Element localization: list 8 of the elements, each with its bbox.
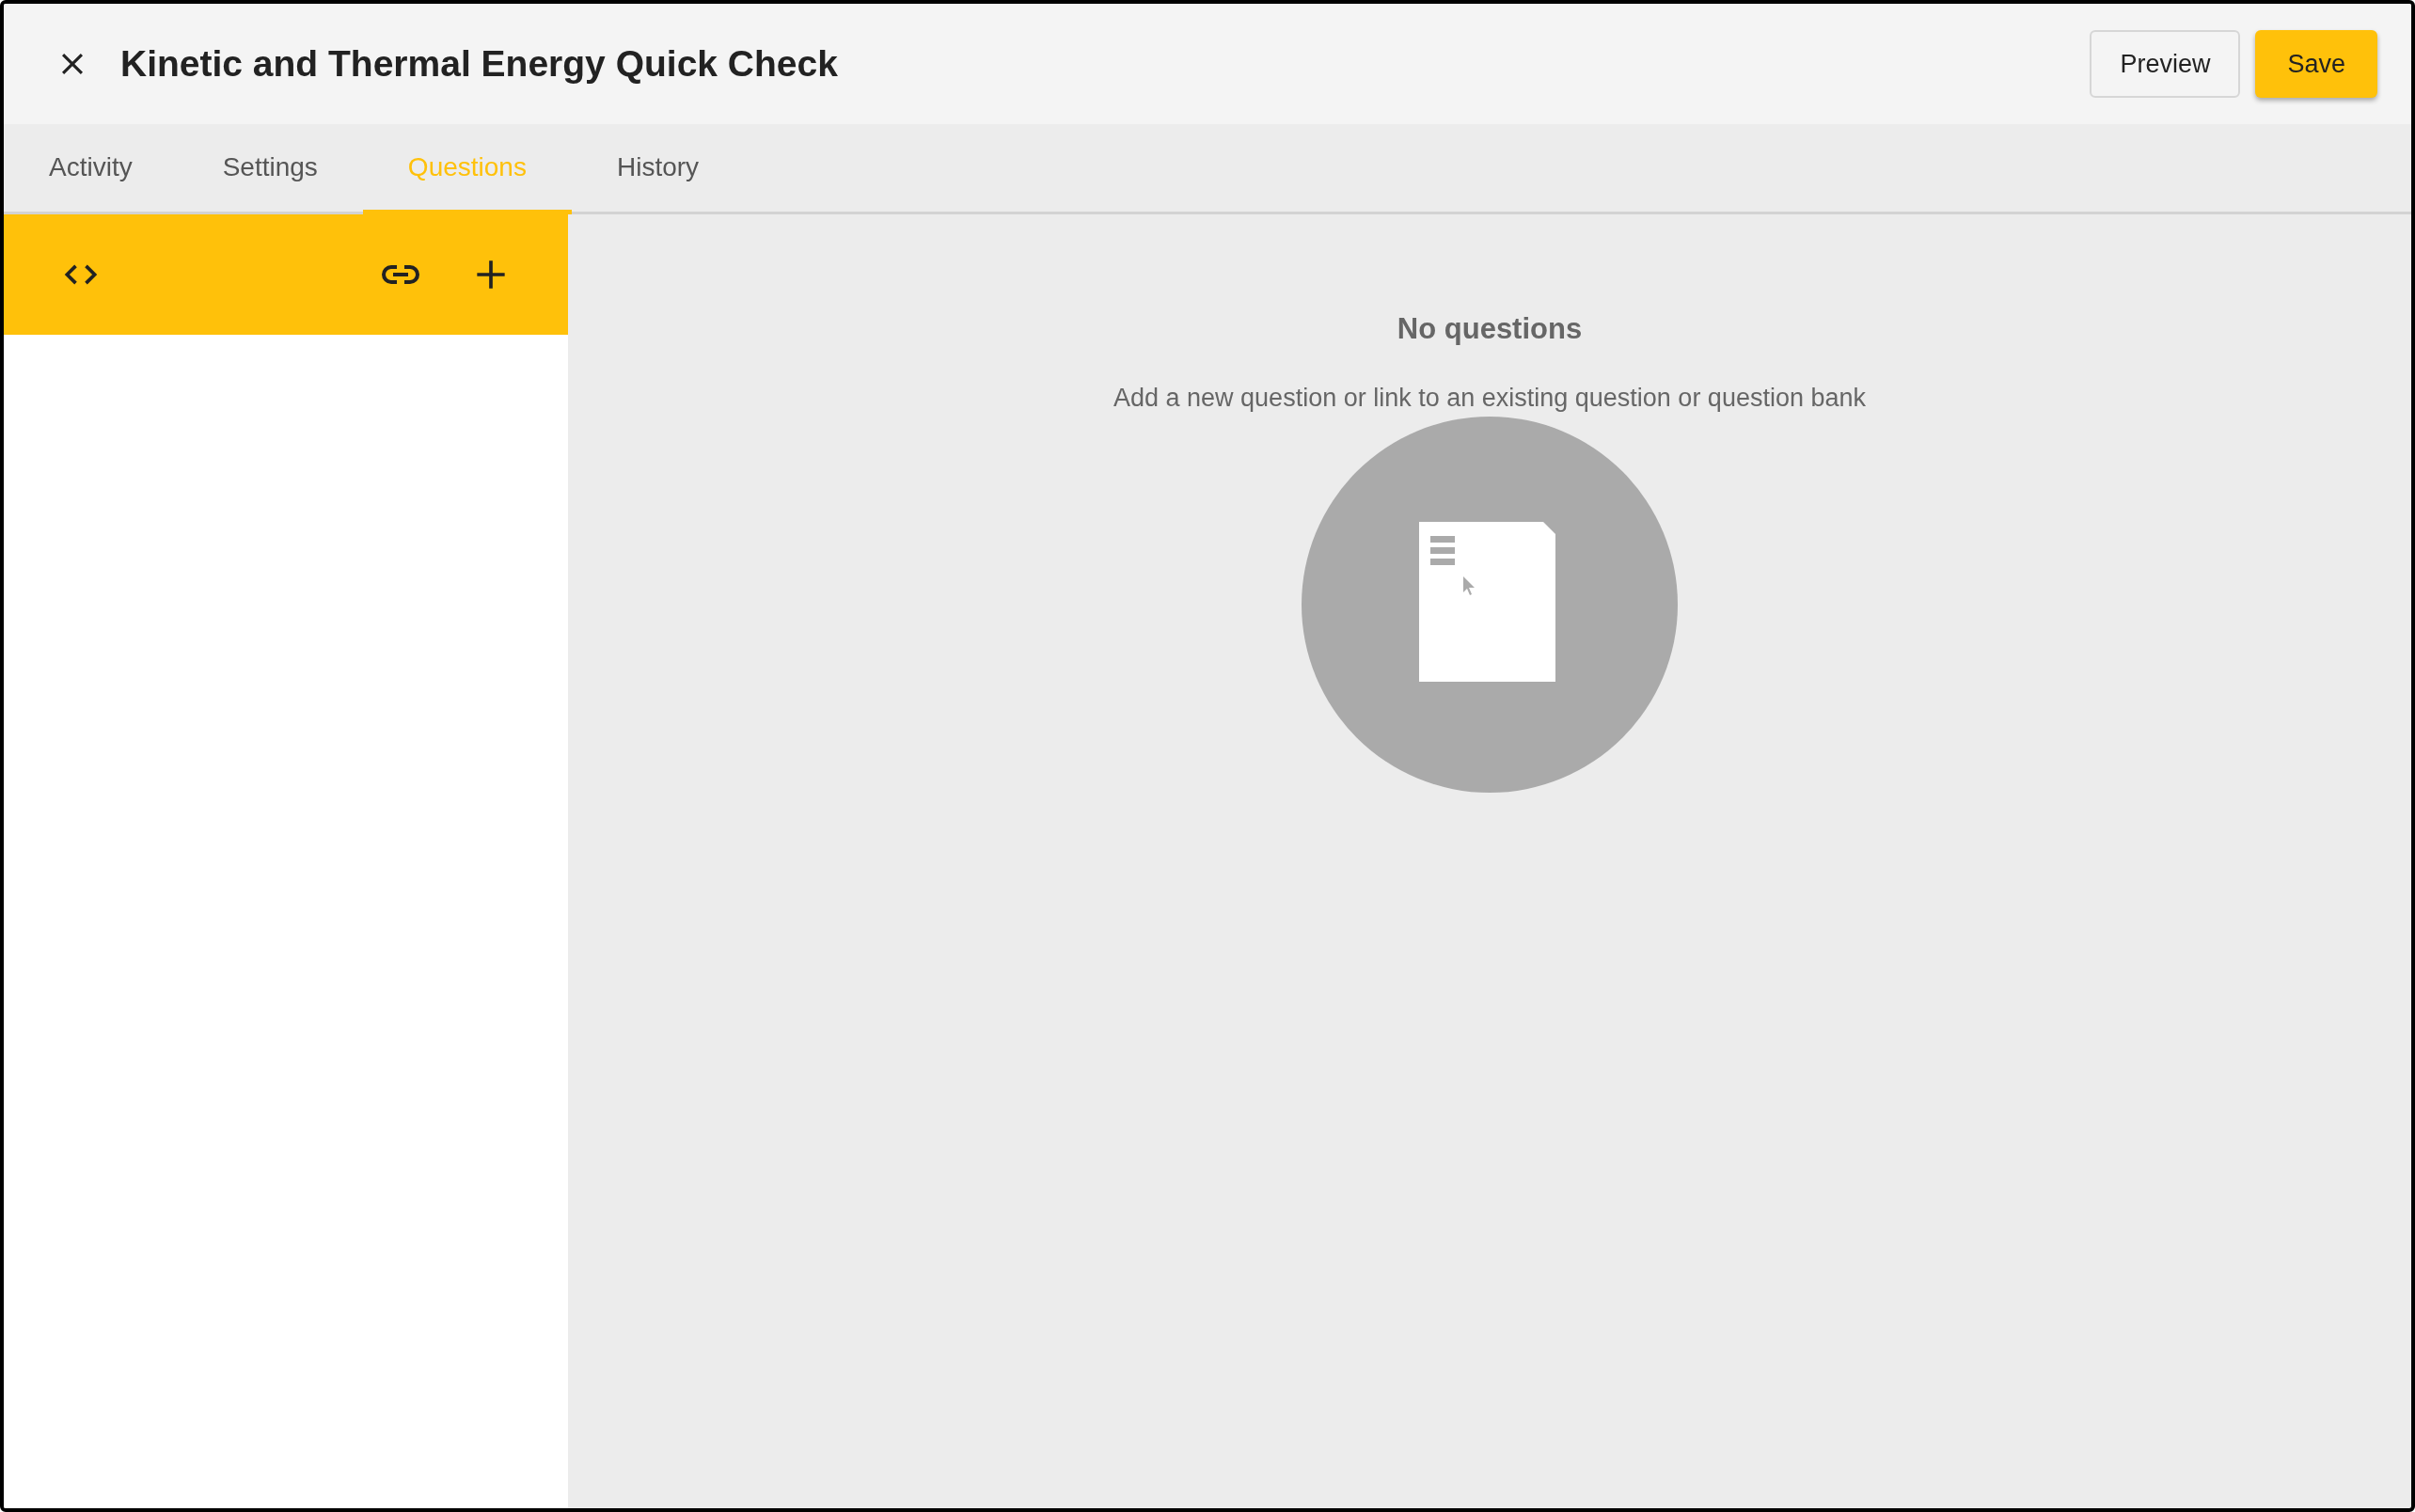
empty-state-message: Add a new question or link to an existing question or question bank: [1113, 384, 1866, 413]
activity-title: Kinetic and Thermal Energy Quick Check: [120, 43, 838, 85]
tab[interactable]: History: [571, 124, 745, 214]
save-button[interactable]: Save: [2255, 30, 2377, 98]
tab[interactable]: Settings: [177, 124, 363, 214]
empty-state-title: No questions: [1397, 312, 1583, 346]
tab[interactable]: Activity: [4, 124, 178, 214]
preview-button[interactable]: Preview: [2090, 30, 2241, 98]
